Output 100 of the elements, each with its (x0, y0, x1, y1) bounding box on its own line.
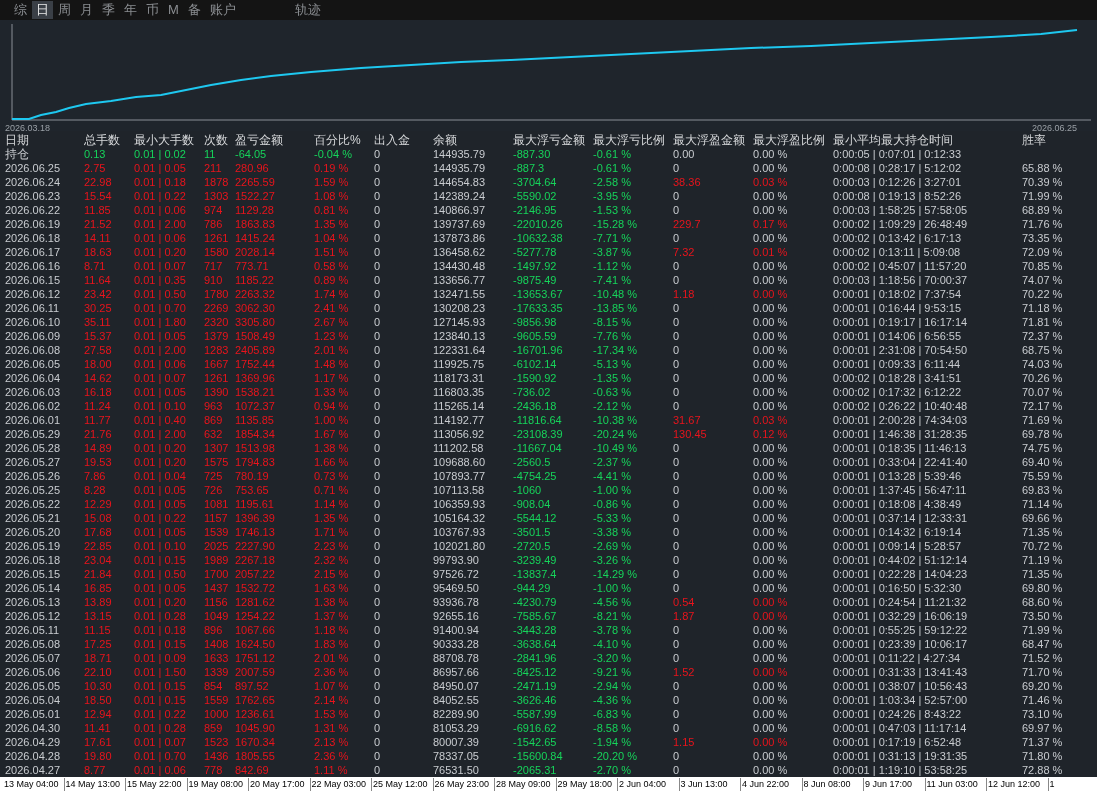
table-cell-text: -11816.64 (513, 413, 563, 428)
table-cell-text: 1624.50 (235, 637, 276, 652)
table-cell-text: 0 (673, 301, 681, 316)
table-cell-text: 2007.59 (235, 665, 276, 680)
table-cell-text: 0.00 (673, 147, 696, 162)
table-cell-text: 0.01 | 0.05 (134, 385, 187, 400)
table-cell-text: -1590.92 (513, 371, 558, 386)
table-cell-text: 0.01 | 0.04 (134, 469, 187, 484)
tab[interactable]: 日 (32, 0, 53, 19)
table-cell-text: 95469.50 (433, 581, 480, 596)
tab[interactable]: 币 (142, 0, 163, 19)
table-cell-text: 73.10 % (1022, 707, 1064, 722)
table-cell-text: -8.58 % (593, 721, 632, 736)
table-cell-text: 0.01 | 0.06 (134, 763, 187, 778)
table-cell-text: 127145.93 (433, 315, 486, 330)
table-cell-text: 130.45 (673, 427, 708, 442)
tab[interactable]: 备 (183, 0, 205, 19)
table-cell-text: 16.18 (84, 385, 113, 400)
table-cell-text: 2026.05.12 (5, 609, 62, 624)
table-cell-text: 0:00:01 | 1:46:38 | 31:28:35 (833, 427, 969, 442)
table-cell-text: -2471.19 (513, 679, 558, 694)
table-cell-text: 0:00:01 | 0:14:32 | 6:19:14 (833, 525, 963, 540)
table-cell-text: 2.15 % (314, 567, 350, 582)
table-cell-text: 0.01 | 0.15 (134, 637, 187, 652)
table-cell-text: -5544.12 (513, 511, 558, 526)
table-cell-text: 0.00 % (753, 539, 789, 554)
table-cell-text: 1.08 % (314, 189, 350, 204)
tab[interactable]: 月 (76, 0, 97, 19)
table-cell-text: 2.23 % (314, 539, 350, 554)
table-cell-text: 1185.22 (235, 273, 275, 288)
table-cell-text: 72.37 % (1022, 329, 1064, 344)
table-cell-text: 0:00:01 | 2:00:28 | 74:34:03 (833, 413, 969, 428)
table-cell-text: 11.15 (84, 623, 112, 638)
table-cell-text: 1.37 % (314, 609, 350, 624)
table-cell-text: 102021.80 (433, 539, 486, 554)
table-cell-text: 71.37 % (1022, 735, 1064, 750)
table-cell-text: 0:00:01 | 0:23:39 | 10:06:17 (833, 637, 969, 652)
table-cell-text: 0 (374, 175, 382, 190)
table-cell-text: 0.03 % (753, 175, 789, 190)
table-cell-text: -1.00 % (593, 483, 632, 498)
table-cell-text: 1.31 % (314, 721, 350, 736)
table-cell-text: 0:00:01 | 0:38:07 | 10:56:43 (833, 679, 969, 694)
table-cell-text: 1752.44 (235, 357, 276, 372)
table-cell-text: 0:00:01 | 0:33:04 | 22:41:40 (833, 455, 969, 470)
table-cell-text: -9856.98 (513, 315, 558, 330)
table-cell-text: 69.97 % (1022, 721, 1064, 736)
table-cell-text: 137873.86 (433, 231, 486, 246)
table-cell-text: 2026.04.27 (5, 763, 62, 778)
column-header: 余额 (433, 134, 458, 148)
table-cell-text: 2026.06.12 (5, 287, 62, 302)
table-cell-text: 1261 (204, 231, 230, 246)
table-cell-text: -2.58 % (593, 175, 632, 190)
table-cell-text: 1369.96 (235, 371, 276, 386)
table-cell-text: 1559 (204, 693, 230, 708)
table-cell-text: 92655.16 (433, 609, 480, 624)
table-cell-text: -6916.62 (513, 721, 558, 736)
table-cell-text: -8.15 % (593, 315, 632, 330)
table-cell-text: 0:00:01 | 0:19:17 | 16:17:14 (833, 315, 969, 330)
time-label: 25 May 12:00 (372, 777, 434, 792)
tab[interactable]: 周 (54, 0, 75, 19)
table-cell-text: -5.33 % (593, 511, 632, 526)
table-cell-text: 0 (374, 497, 382, 512)
time-label: 11 Jun 03:00 (925, 777, 987, 792)
table-cell-text: 229.7 (673, 217, 702, 232)
table-cell-text: 74.75 % (1022, 441, 1064, 456)
table-cell-text: -4.56 % (593, 595, 632, 610)
table-cell-text: 0.01 | 0.06 (134, 203, 187, 218)
table-cell-text: 780.19 (235, 469, 270, 484)
table-cell-text: 897.52 (235, 679, 270, 694)
tab[interactable]: M (164, 0, 183, 19)
table-cell-text: 0.01 | 0.28 (134, 609, 187, 624)
table-cell-text: 70.39 % (1022, 175, 1064, 190)
table-cell-text: 0 (374, 217, 382, 232)
table-cell-text: 0.00 % (753, 609, 789, 624)
tab[interactable]: 账户 (205, 0, 240, 19)
table-cell-text: 103767.93 (433, 525, 486, 540)
tab[interactable]: 季 (98, 0, 119, 19)
table-cell-text: 71.70 % (1022, 665, 1064, 680)
table-cell-text: 21.84 (84, 567, 113, 582)
table-cell-text: 10.30 (84, 679, 113, 694)
table-cell-text: 1.18 % (314, 623, 350, 638)
table-cell-text: 2.13 % (314, 735, 350, 750)
table-cell-text: -0.61 % (593, 161, 632, 176)
table-cell-text: 86957.66 (433, 665, 480, 680)
table-cell-text: 1.51 % (314, 245, 350, 260)
table-cell-text: 68.47 % (1022, 637, 1064, 652)
tab[interactable]: 综 (10, 0, 31, 19)
table-cell-text: 1575 (204, 455, 230, 470)
tab[interactable]: 年 (120, 0, 141, 19)
table-cell-text: 2269 (204, 301, 230, 316)
table-cell-text: 1.15 (673, 735, 696, 750)
table-cell-text: 71.18 % (1022, 301, 1064, 316)
table-cell-text: 0:00:08 | 0:19:13 | 8:52:26 (833, 189, 963, 204)
tab[interactable]: 轨迹 (290, 0, 325, 19)
table-cell-text: 2026.05.26 (5, 469, 62, 484)
table-cell-text: 0.01 | 0.05 (134, 497, 187, 512)
table-cell-text: 21.52 (84, 217, 113, 232)
table-cell-text: 113056.92 (433, 427, 486, 442)
table-cell-text: 2026.06.25 (5, 161, 62, 176)
table-cell-text: -2.12 % (593, 399, 632, 414)
